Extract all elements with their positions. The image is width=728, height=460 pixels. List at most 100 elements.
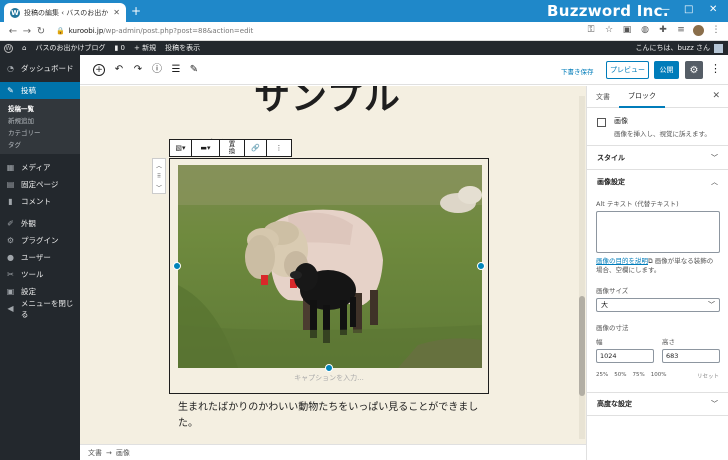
sidebar-item-media[interactable]: ▦ メディア (0, 159, 80, 176)
external-link-icon: ⧉ (648, 257, 653, 265)
redo-icon[interactable]: ↷ (131, 63, 145, 77)
link-icon[interactable]: 🔗 (245, 140, 267, 156)
publish-button[interactable]: 公開 (654, 61, 679, 79)
info-icon[interactable]: ⓘ (150, 63, 164, 77)
comment-icon: ▮ (114, 44, 119, 52)
resize-handle-bottom[interactable] (325, 364, 333, 372)
sidebar-item-users[interactable]: ● ユーザー (0, 249, 80, 266)
align-icon[interactable]: ▬▾ (192, 140, 220, 156)
home-icon: ⌂ (22, 44, 27, 52)
breadcrumb-current[interactable]: 画像 (116, 448, 130, 458)
style-heading: スタイル (597, 153, 625, 162)
extension-icon[interactable]: ▣ (621, 24, 633, 37)
browser-toolbar: ← → ↻ 🔒 kuroobi.jp/wp-admin/post.php?pos… (0, 22, 728, 41)
replace-button[interactable]: 置 換 (220, 140, 245, 156)
tab-close-icon[interactable]: ✕ (113, 8, 120, 17)
settings-gear-icon[interactable]: ⚙ (685, 61, 703, 79)
add-block-icon[interactable]: + (93, 64, 105, 76)
view-post-link[interactable]: 投稿を表示 (165, 43, 200, 53)
save-draft-button[interactable]: 下書き保存 (561, 66, 594, 76)
canvas-scrollbar[interactable] (579, 96, 585, 439)
sidebar-item-pages[interactable]: ▤ 固定ページ (0, 176, 80, 193)
browser-tab[interactable]: W 投稿の編集 ‹ バスのお出かけブログ ✕ (4, 3, 126, 22)
percent-75-button[interactable]: 75% (632, 372, 644, 380)
sidebar-item-tools[interactable]: ✂ ツール (0, 266, 80, 283)
new-content-link[interactable]: + 新規 (134, 43, 156, 53)
account-greeting[interactable]: こんにちは、buzz さん (636, 43, 710, 53)
close-panel-icon[interactable]: ✕ (712, 91, 720, 101)
more-options-icon[interactable]: ⋮ (710, 62, 721, 78)
reload-icon[interactable]: ↻ (34, 26, 48, 37)
undo-icon[interactable]: ↶ (112, 63, 126, 77)
collapse-menu[interactable]: ◀ メニューを閉じる (0, 298, 80, 319)
alt-help-link[interactable]: 画像の目的を説明 (596, 257, 648, 265)
key-icon[interactable]: ⚿ (585, 24, 597, 37)
image-size-select[interactable]: 大 ﹀ (596, 298, 720, 312)
window-close-icon[interactable]: ✕ (709, 4, 717, 15)
new-tab-icon[interactable]: + (131, 5, 141, 17)
forward-icon[interactable]: → (20, 26, 34, 37)
sidebar-item-posts[interactable]: ✎ 投稿 (0, 82, 80, 99)
sidebar-label: メニューを閉じる (20, 298, 74, 319)
outline-icon[interactable]: ☰ (169, 63, 183, 77)
height-input[interactable]: 683 (662, 349, 720, 363)
comments-link[interactable]: ▮ 0 (114, 44, 125, 52)
block-type-image-icon[interactable]: ▧▾ (170, 140, 192, 156)
edit-tool-icon[interactable]: ✎ (187, 63, 201, 77)
width-input[interactable]: 1024 (596, 349, 654, 363)
breadcrumb-root[interactable]: 文書 (88, 448, 102, 458)
tab-document[interactable]: 文書 (587, 86, 619, 108)
move-down-icon[interactable]: ﹀ (156, 183, 162, 192)
alt-text-input[interactable] (596, 211, 720, 253)
post-title[interactable]: サンプル (254, 86, 401, 120)
submenu-tags[interactable]: タグ (0, 138, 80, 150)
sidebar-item-dashboard[interactable]: ◔ ダッシュボード (0, 60, 80, 77)
percent-25-button[interactable]: 25% (596, 372, 608, 380)
reset-size-button[interactable]: リセット (697, 372, 719, 380)
extension-icon-2[interactable]: ◍ (639, 24, 651, 37)
list-icon[interactable]: ≡ (675, 24, 687, 37)
image-block-icon (597, 118, 606, 127)
pin-icon: ✎ (7, 86, 14, 95)
puzzle-icon[interactable]: ✚ (657, 24, 669, 37)
chevron-down-icon: ﹀ (711, 400, 718, 408)
tab-block[interactable]: ブロック (619, 86, 665, 108)
minimize-icon[interactable]: — (660, 4, 670, 15)
sidebar-item-appearance[interactable]: ✐ 外観 (0, 215, 80, 232)
sidebar-item-plugins[interactable]: ⚙ プラグイン (0, 232, 80, 249)
sidebar-item-comments[interactable]: ▮ コメント (0, 193, 80, 210)
sidebar-label: プラグイン (21, 236, 59, 245)
sheep-photo[interactable] (178, 165, 482, 368)
star-icon[interactable]: ☆ (603, 24, 615, 37)
profile-avatar[interactable] (693, 25, 704, 36)
image-caption-input[interactable]: キャプションを入力... (170, 373, 488, 383)
browser-menu-icon[interactable]: ⋮ (710, 24, 722, 37)
percent-50-button[interactable]: 50% (614, 372, 626, 380)
image-settings-toggle[interactable]: 画像設定 ︿ (587, 170, 728, 194)
submenu-add-new[interactable]: 新規追加 (0, 114, 80, 126)
preview-button[interactable]: プレビュー (606, 61, 649, 79)
drag-handle-icon[interactable]: ⠿ (157, 173, 161, 180)
advanced-section-toggle[interactable]: 高度な設定 ﹀ (587, 392, 728, 416)
address-bar[interactable]: 🔒 kuroobi.jp/wp-admin/post.php?post=88&a… (56, 27, 253, 35)
width-label: 幅 (596, 338, 603, 346)
brand-watermark: Buzzword Inc. (547, 2, 669, 20)
move-up-icon[interactable]: ︿ (156, 161, 162, 170)
submenu-all-posts[interactable]: 投稿一覧 (0, 102, 80, 114)
resize-handle-left[interactable] (173, 262, 181, 270)
wordpress-logo-icon[interactable]: W (4, 43, 13, 53)
scrollbar-thumb[interactable] (579, 296, 585, 396)
paragraph-block[interactable]: 生まれたばかりのかわいい動物たちをいっぱい見ることができました。 (178, 400, 493, 432)
site-name[interactable]: バスのお出かけブログ (35, 43, 105, 53)
resize-handle-right[interactable] (477, 262, 485, 270)
percent-100-button[interactable]: 100% (651, 372, 667, 380)
alt-text-help: 画像の目的を説明⧉ 画像が単なる装飾の場合、空欄にします。 (596, 257, 719, 275)
sidebar-label: メディア (21, 163, 51, 172)
block-more-options-icon[interactable]: ⋮ (267, 140, 291, 156)
account-avatar[interactable] (714, 43, 723, 53)
submenu-categories[interactable]: カテゴリー (0, 126, 80, 138)
maximize-icon[interactable]: □ (684, 4, 693, 15)
style-section-toggle[interactable]: スタイル ﹀ (587, 146, 728, 170)
back-icon[interactable]: ← (6, 26, 20, 37)
image-block[interactable]: キャプションを入力... (169, 158, 489, 394)
